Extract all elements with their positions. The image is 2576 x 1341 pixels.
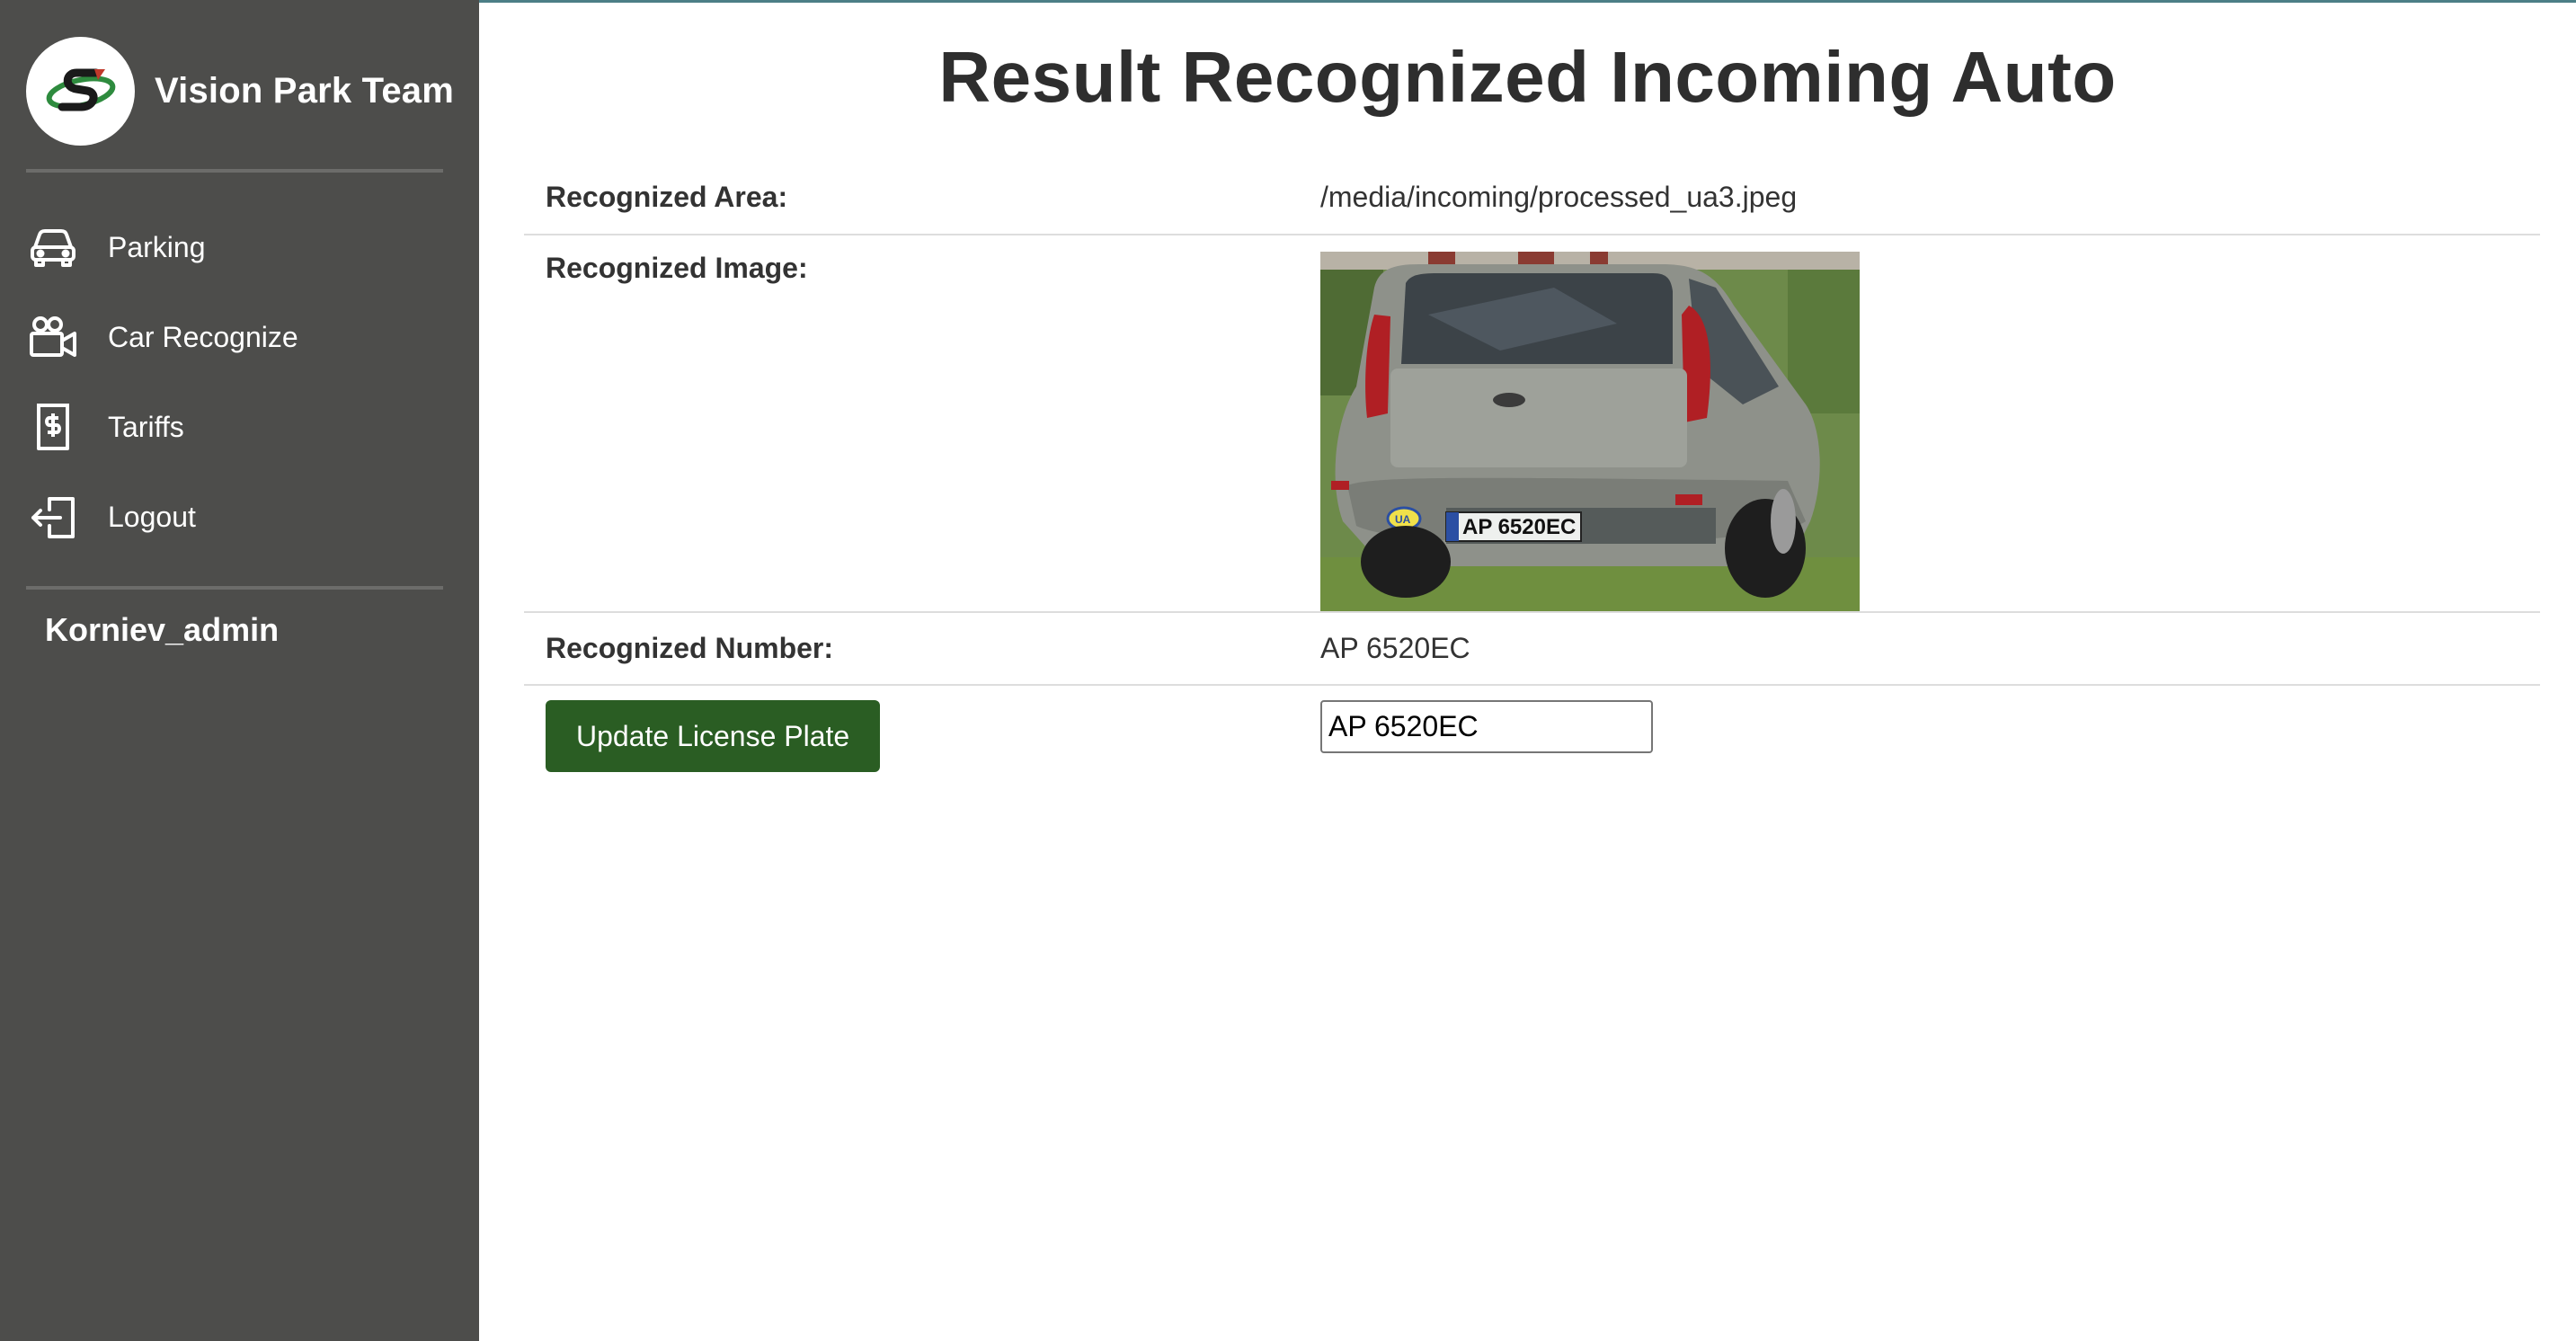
sidebar-item-tariffs[interactable]: Tariffs (26, 382, 449, 472)
result-table: Recognized Area: /media/incoming/process… (524, 162, 2540, 784)
sidebar: Vision Park Team Parking Car Recognize T… (0, 0, 479, 1341)
sidebar-item-label: Car Recognize (108, 320, 298, 353)
dollar-receipt-icon (26, 400, 80, 454)
brand-name: Vision Park Team (155, 71, 454, 111)
car-icon (26, 220, 80, 274)
logout-icon (26, 490, 80, 544)
sidebar-divider-top (26, 169, 443, 173)
license-plate-input[interactable] (1320, 700, 1653, 753)
table-row-update: Update License Plate (524, 685, 2540, 784)
sidebar-item-label: Logout (108, 500, 196, 533)
sidebar-item-label: Parking (108, 230, 206, 263)
sidebar-item-car-recognize[interactable]: Car Recognize (26, 292, 449, 382)
recognized-area-value: /media/incoming/processed_ua3.jpeg (1320, 162, 2540, 235)
recognized-image-cell: AP 6520EC UA (1320, 235, 2540, 613)
sidebar-item-logout[interactable]: Logout (26, 472, 449, 562)
update-license-plate-button[interactable]: Update License Plate (546, 700, 881, 772)
recognized-area-label: Recognized Area: (524, 162, 1320, 235)
table-row-recognized-number: Recognized Number: AP 6520EC (524, 612, 2540, 686)
main-content: Result Recognized Incoming Auto Recogniz… (479, 0, 2576, 1341)
sidebar-item-parking[interactable]: Parking (26, 202, 449, 292)
sidebar-item-label: Tariffs (108, 410, 184, 443)
recognized-car-image: AP 6520EC UA (1320, 252, 1860, 611)
sidebar-nav: Parking Car Recognize Tariffs Logout (26, 202, 449, 562)
update-button-cell: Update License Plate (524, 685, 1320, 784)
app-root: Vision Park Team Parking Car Recognize T… (0, 0, 2576, 1341)
recognized-image-label: Recognized Image: (524, 235, 1320, 613)
recognized-number-label: Recognized Number: (524, 612, 1320, 686)
license-plate-text: AP 6520EC (1462, 515, 1576, 539)
table-row-recognized-image: Recognized Image: AP 6520EC UA (524, 235, 2540, 613)
recognized-number-value: AP 6520EC (1320, 612, 2540, 686)
brand[interactable]: Vision Park Team (26, 37, 454, 146)
ua-badge-text: UA (1395, 513, 1411, 526)
update-input-cell (1320, 685, 2540, 784)
vision-park-logo-icon (26, 37, 135, 146)
sidebar-divider-bottom (26, 586, 443, 590)
current-user-name: Korniev_admin (45, 611, 280, 648)
table-row-recognized-area: Recognized Area: /media/incoming/process… (524, 162, 2540, 235)
page-title: Result Recognized Incoming Auto (938, 37, 2117, 117)
video-camera-icon (26, 310, 80, 364)
